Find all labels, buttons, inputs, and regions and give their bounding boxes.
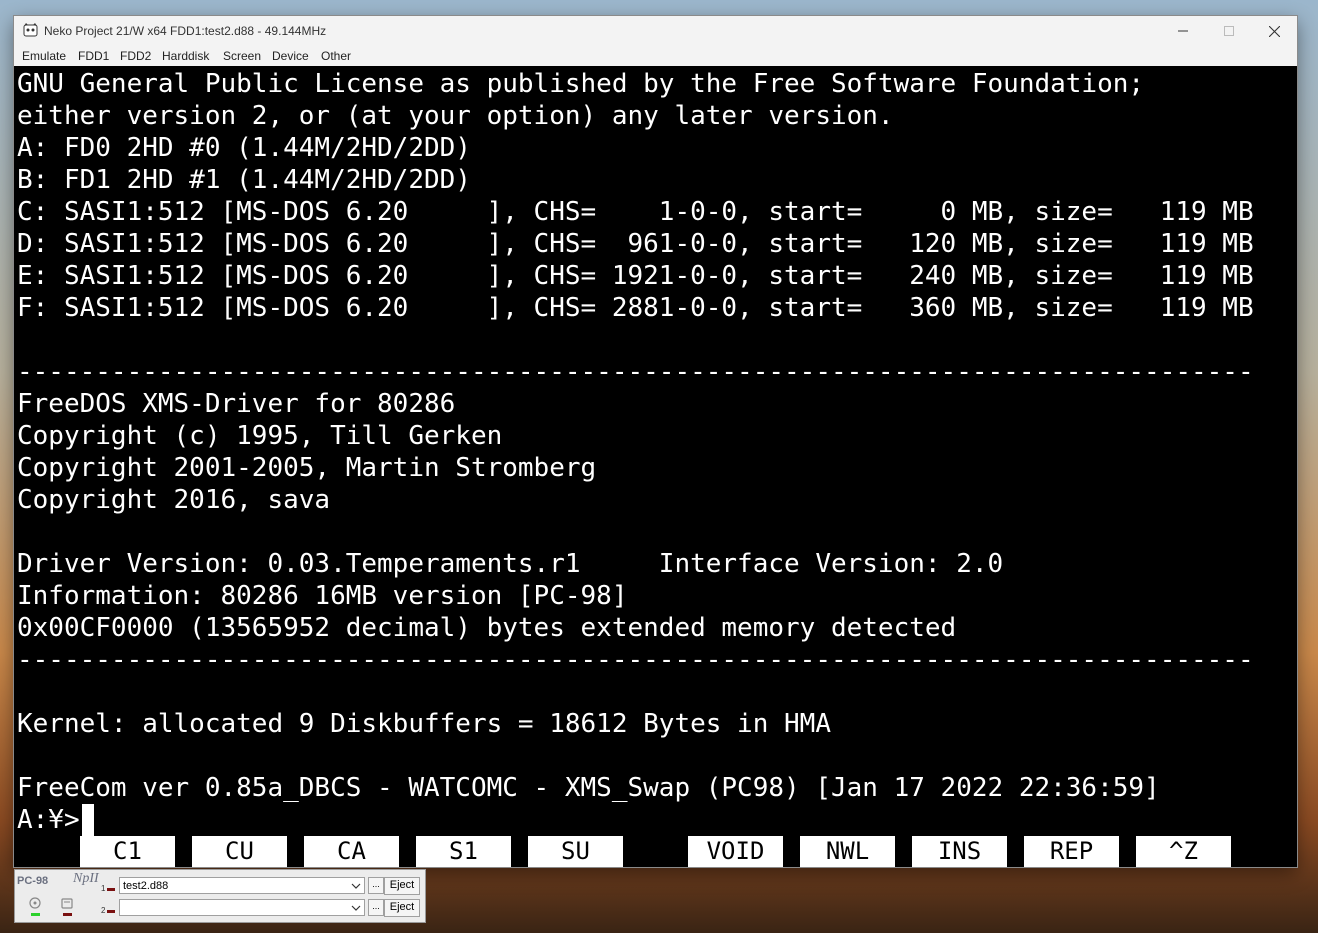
np2-logo: NpII <box>73 871 99 886</box>
fkey-cu[interactable]: CU <box>192 836 287 867</box>
menu-fdd1[interactable]: FDD1 <box>78 49 109 63</box>
screen-line: F: SASI1:512 [MS-DOS 6.20 ], CHS= 2881-0… <box>17 293 1254 323</box>
window-title: Neko Project 21/W x64 FDD1:test2.d88 - 4… <box>44 24 327 38</box>
pc98-logo: PC-98 <box>17 875 49 887</box>
screen-line: C: SASI1:512 [MS-DOS 6.20 ], CHS= 1-0-0,… <box>17 197 1254 227</box>
screen-line: 0x00CF0000 (13565952 decimal) bytes exte… <box>17 613 957 643</box>
drive1-browse-button[interactable]: ... <box>368 877 384 894</box>
drive2-number: 2 <box>101 906 106 915</box>
chevron-down-icon <box>351 883 361 889</box>
screen-line: Copyright 2001-2005, Martin Stromberg <box>17 453 597 483</box>
command-prompt: A:¥> <box>17 805 80 835</box>
screen-line: Information: 80286 16MB version [PC-98] <box>17 581 628 611</box>
drive2-file-select[interactable] <box>119 899 365 916</box>
menu-fdd2[interactable]: FDD2 <box>120 49 151 63</box>
screen-separator: ----------------------------------------… <box>17 645 1254 675</box>
menu-screen[interactable]: Screen <box>223 49 261 63</box>
app-icon <box>23 23 38 37</box>
maximize-button[interactable] <box>1206 16 1252 46</box>
drive1-file-value: test2.d88 <box>123 880 169 892</box>
fkey-ca[interactable]: CA <box>304 836 399 867</box>
fkey-su[interactable]: SU <box>528 836 623 867</box>
menu-emulate[interactable]: Emulate <box>22 49 66 63</box>
fkey-void[interactable]: VOID <box>688 836 783 867</box>
drive-icon <box>29 897 41 909</box>
drive2-led <box>107 910 115 913</box>
minimize-button[interactable] <box>1160 16 1206 46</box>
menu-other[interactable]: Other <box>321 49 351 63</box>
close-icon <box>1268 25 1280 37</box>
menu-device[interactable]: Device <box>272 49 309 63</box>
menu-bar: Emulate FDD1 FDD2 Harddisk Screen Device… <box>14 46 1297 66</box>
screen-line: Driver Version: 0.03.Temperaments.r1 Int… <box>17 549 1004 579</box>
hdd-led <box>31 913 40 916</box>
screen-line: either version 2, or (at your option) an… <box>17 101 894 131</box>
maximize-icon <box>1224 26 1234 36</box>
drive2-browse-button[interactable]: ... <box>368 899 384 916</box>
screen-line: Copyright 2016, sava <box>17 485 331 515</box>
drive1-file-select[interactable]: test2.d88 <box>119 877 365 894</box>
title-bar[interactable]: Neko Project 21/W x64 FDD1:test2.d88 - 4… <box>14 16 1297 46</box>
screen-line: FreeCom ver 0.85a_DBCS - WATCOMC - XMS_S… <box>17 773 1160 803</box>
screen-line: A: FD0 2HD #0 (1.44M/2HD/2DD) <box>17 133 471 163</box>
screen-line: D: SASI1:512 [MS-DOS 6.20 ], CHS= 961-0-… <box>17 229 1254 259</box>
drive1-number: 1 <box>101 884 106 893</box>
minimize-icon <box>1178 30 1188 32</box>
drive2-eject-button[interactable]: Eject <box>384 899 420 917</box>
text-cursor <box>82 804 94 836</box>
screen-separator: ----------------------------------------… <box>17 357 1254 387</box>
screen-line: Copyright (c) 1995, Till Gerken <box>17 421 503 451</box>
screen-line: Kernel: allocated 9 Diskbuffers = 18612 … <box>17 709 831 739</box>
screen-line: B: FD1 2HD #1 (1.44M/2HD/2DD) <box>17 165 471 195</box>
menu-harddisk[interactable]: Harddisk <box>162 49 209 63</box>
fkey-rep[interactable]: REP <box>1024 836 1119 867</box>
fkey-c1[interactable]: C1 <box>80 836 175 867</box>
fdd-led <box>63 913 72 916</box>
drive1-eject-button[interactable]: Eject <box>384 877 420 895</box>
screen-line: E: SASI1:512 [MS-DOS 6.20 ], CHS= 1921-0… <box>17 261 1254 291</box>
emulator-window: Neko Project 21/W x64 FDD1:test2.d88 - 4… <box>14 16 1297 867</box>
close-button[interactable] <box>1251 16 1297 46</box>
emulator-screen[interactable]: GNU General Public License as published … <box>14 66 1297 867</box>
screen-line: FreeDOS XMS-Driver for 80286 <box>17 389 456 419</box>
drive-toolbar: PC-98 NpII 1 test2.d88 ... Eject 2 ... E… <box>14 869 426 923</box>
fkey-ins[interactable]: INS <box>912 836 1007 867</box>
fkey-nwl[interactable]: NWL <box>800 836 895 867</box>
drive1-led <box>107 888 115 891</box>
fkey-ctrl-z[interactable]: ^Z <box>1136 836 1231 867</box>
screen-line: GNU General Public License as published … <box>17 69 1145 99</box>
drive-icon <box>61 898 73 909</box>
fkey-s1[interactable]: S1 <box>416 836 511 867</box>
chevron-down-icon <box>351 905 361 911</box>
